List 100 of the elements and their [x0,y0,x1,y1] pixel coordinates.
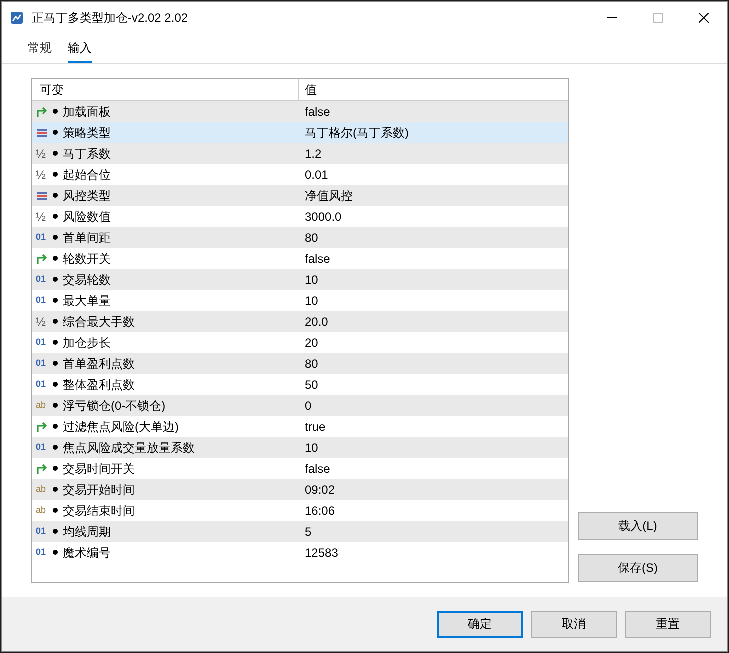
arrow-icon [36,252,48,264]
dialog-button[interactable]: 确定 [437,610,523,638]
table-row[interactable]: 01 首单间距 80 [32,227,568,248]
table-row[interactable]: ½ 马丁系数 1.2 [32,143,568,164]
parameter-value: 80 [304,230,318,246]
parameter-value: 80 [304,356,318,372]
parameter-value: 10 [304,440,318,456]
table-row[interactable]: ab 交易开始时间 09:02 [32,479,568,500]
bullet-icon [53,319,58,324]
dialog-button[interactable]: 取消 [531,610,617,638]
side-button[interactable]: 保存(S) [578,554,698,582]
integer-icon: 01 [36,443,48,452]
table-row[interactable]: 加载面板 false [32,101,568,122]
parameter-name: 首单盈利点数 [63,356,135,372]
text-icon: ab [36,401,48,410]
integer-icon: 01 [36,296,48,305]
table-row[interactable]: 策略类型 马丁格尔(马丁系数) [32,122,568,143]
bullet-icon [53,277,58,282]
tab[interactable]: 常规 [28,39,52,63]
table-row[interactable]: ½ 综合最大手数 20.0 [32,311,568,332]
parameter-name: 浮亏锁仓(0-不锁仓) [63,398,166,414]
fraction-icon: ½ [36,316,48,328]
integer-icon: 01 [36,527,48,536]
parameter-value: 16:06 [304,502,336,520]
bullet-icon [53,424,58,429]
parameter-value: 1.2 [304,146,322,162]
text-icon: ab [36,485,48,494]
arrow-icon [36,420,48,432]
parameter-value: 0.01 [304,166,328,184]
app-icon [10,10,24,24]
parameter-name: 整体盈利点数 [63,376,135,394]
parameter-name: 交易结束时间 [63,502,135,520]
bullet-icon [53,340,58,345]
parameter-name: 策略类型 [63,124,111,142]
bullet-icon [53,298,58,303]
parameter-name: 综合最大手数 [63,314,135,330]
parameter-name: 风险数值 [63,208,111,226]
dialog-button[interactable]: 重置 [625,610,711,638]
parameter-name: 焦点风险成交量放量系数 [63,440,195,456]
integer-icon: 01 [36,380,48,389]
parameter-name: 轮数开关 [63,250,111,268]
table-row[interactable]: 01 交易轮数 10 [32,269,568,290]
parameter-name: 均线周期 [63,524,111,540]
bullet-icon [53,214,58,219]
parameter-name: 起始合位 [63,166,111,184]
bullet-icon [53,361,58,366]
table-row[interactable]: 01 均线周期 5 [32,521,568,542]
bullet-icon [53,508,58,513]
parameter-name: 最大单量 [63,292,111,310]
parameter-value: true [304,418,326,436]
list-icon [36,126,48,138]
fraction-icon: ½ [36,148,48,160]
parameter-name: 加载面板 [63,104,111,120]
close-icon [699,12,709,22]
arrow-icon [36,106,48,118]
parameter-value: 5 [304,524,312,540]
table-row[interactable]: 01 首单盈利点数 80 [32,353,568,374]
parameter-name: 过滤焦点风险(大单边) [63,418,179,436]
bullet-icon [53,172,58,177]
parameter-name: 马丁系数 [63,146,111,162]
parameter-value: 马丁格尔(马丁系数) [304,124,409,142]
parameter-value: 20.0 [304,314,328,330]
list-icon [36,190,48,202]
minimize-icon [607,16,617,18]
column-header: 值 [304,82,318,98]
table-row[interactable]: 风控类型 净值风控 [32,185,568,206]
parameter-value: false [304,104,330,120]
parameter-value: 09:02 [304,482,336,498]
parameter-name: 魔术编号 [63,544,111,562]
parameter-name: 交易轮数 [63,272,111,288]
bullet-icon [53,130,58,135]
integer-icon: 01 [36,359,48,368]
table-row[interactable]: ab 浮亏锁仓(0-不锁仓) 0 [32,395,568,416]
bullet-icon [53,109,58,114]
bullet-icon [53,466,58,471]
parameter-value: 10 [304,272,318,288]
parameter-name: 风控类型 [63,188,111,204]
parameter-value: 50 [304,376,318,394]
parameter-value: false [304,460,330,478]
parameter-value: 10 [304,292,318,310]
parameter-value: 3000.0 [304,208,342,226]
integer-icon: 01 [36,233,48,242]
window-title: 正马丁多类型加仓-v2.02 2.02 [32,10,188,26]
parameter-name: 交易开始时间 [63,482,135,498]
bullet-icon [53,151,58,156]
side-button[interactable]: 载入(L) [578,512,698,540]
bullet-icon [53,445,58,450]
column-header: 可变 [32,79,299,100]
bullet-icon [53,235,58,240]
parameter-value: false [304,250,330,268]
table-row[interactable]: 01 焦点风险成交量放量系数 10 [32,437,568,458]
maximize-icon [653,12,663,22]
bullet-icon [53,550,58,555]
bullet-icon [53,193,58,198]
integer-icon: 01 [36,275,48,284]
parameter-value: 净值风控 [304,188,353,204]
parameter-name: 交易时间开关 [63,460,135,478]
parameter-value: 12583 [304,544,338,562]
integer-icon: 01 [36,548,48,557]
integer-icon: 01 [36,338,48,347]
